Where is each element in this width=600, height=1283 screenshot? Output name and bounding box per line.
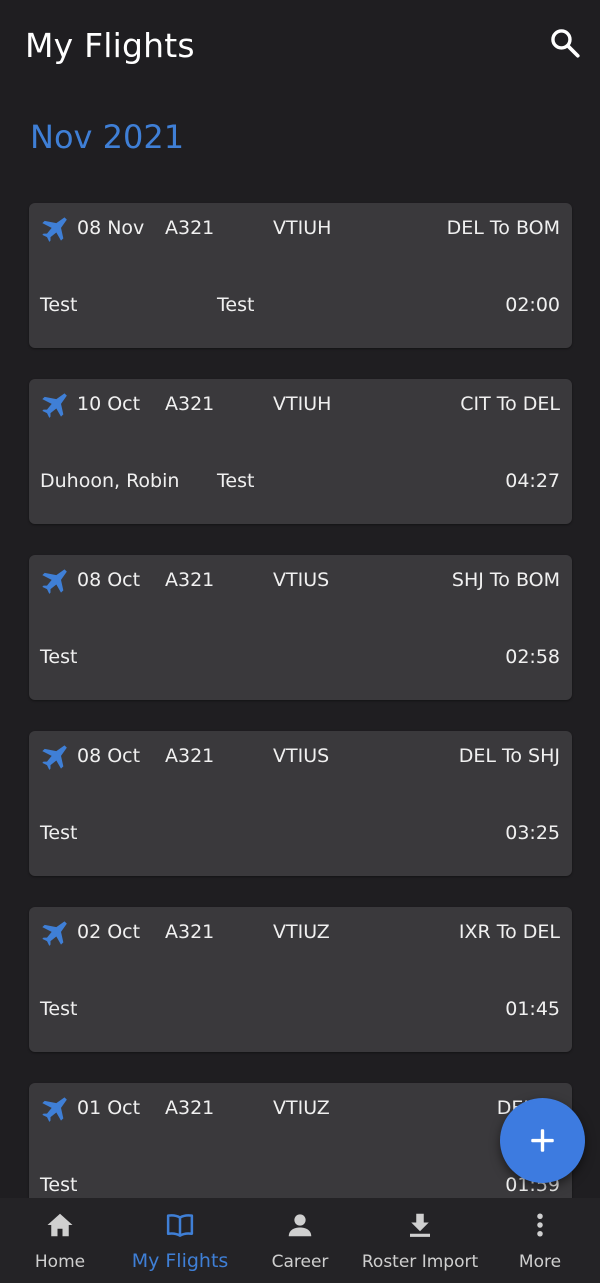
flight-date: 08 Nov <box>77 217 145 239</box>
aircraft-registration: VTIUS <box>273 745 330 767</box>
nav-label: Career <box>271 1252 329 1272</box>
flight-duration: 02:58 <box>505 646 560 668</box>
flight-card[interactable]: 10 Oct A321 VTIUH CIT To DEL Duhoon, Rob… <box>29 379 572 524</box>
aircraft-registration: VTIUS <box>273 569 330 591</box>
crew-name: Duhoon, Robin <box>40 470 180 492</box>
home-icon <box>47 1213 73 1237</box>
page-title: My Flights <box>25 26 195 65</box>
nav-item-career[interactable]: Career <box>240 1198 360 1283</box>
aircraft-type: A321 <box>165 569 215 591</box>
flight-remark: Test <box>217 294 255 316</box>
flight-route: SHJ To BOM <box>451 569 560 591</box>
airplane-icon <box>42 1097 67 1122</box>
flight-card[interactable]: 08 Oct A321 VTIUS SHJ To BOM Test 02:58 <box>29 555 572 700</box>
nav-label: My Flights <box>131 1250 229 1272</box>
flight-list: 08 Nov A321 VTIUH DEL To BOM Test Test 0… <box>29 203 572 1259</box>
search-icon[interactable] <box>548 26 582 60</box>
flight-route: DEL To SHJ <box>458 745 560 767</box>
aircraft-type: A321 <box>165 393 215 415</box>
aircraft-type: A321 <box>165 217 215 239</box>
nav-label: Roster Import <box>361 1252 479 1272</box>
crew-name: Test <box>40 646 78 668</box>
crew-name: Test <box>40 1174 78 1196</box>
app-header: My Flights <box>0 0 600 96</box>
crew-name: Test <box>40 998 78 1020</box>
nav-item-home[interactable]: Home <box>0 1198 120 1283</box>
flight-date: 08 Oct <box>77 745 141 767</box>
aircraft-type: A321 <box>165 1097 215 1119</box>
flight-route: IXR To DEL <box>458 921 560 943</box>
flight-date: 10 Oct <box>77 393 141 415</box>
flight-card[interactable]: 02 Oct A321 VTIUZ IXR To DEL Test 01:45 <box>29 907 572 1052</box>
airplane-icon <box>42 569 67 594</box>
flight-date: 02 Oct <box>77 921 141 943</box>
aircraft-registration: VTIUH <box>273 217 332 239</box>
flight-date: 01 Oct <box>77 1097 141 1119</box>
aircraft-registration: VTIUZ <box>273 1097 330 1119</box>
flight-card[interactable]: 08 Nov A321 VTIUH DEL To BOM Test Test 0… <box>29 203 572 348</box>
aircraft-registration: VTIUH <box>273 393 332 415</box>
crew-name: Test <box>40 822 78 844</box>
flight-duration: 02:00 <box>505 294 560 316</box>
flight-duration: 01:45 <box>505 998 560 1020</box>
aircraft-type: A321 <box>165 921 215 943</box>
flight-route: DEL To BOM <box>446 217 560 239</box>
crew-name: Test <box>40 294 78 316</box>
airplane-icon <box>42 745 67 770</box>
nav-label: More <box>518 1252 562 1272</box>
more-vertical-icon <box>537 1213 543 1237</box>
book-icon <box>166 1214 194 1237</box>
nav-item-roster-import[interactable]: Roster Import <box>360 1198 480 1283</box>
flight-duration: 03:25 <box>505 822 560 844</box>
flight-remark: Test <box>217 470 255 492</box>
flight-date: 08 Oct <box>77 569 141 591</box>
plus-icon <box>531 1129 554 1152</box>
app-root: My Flights Nov 2021 08 Nov A321 VTIUH DE… <box>0 0 600 1283</box>
aircraft-type: A321 <box>165 745 215 767</box>
bottom-navigation: Home My Flights Career Roster Import Mor… <box>0 1198 600 1283</box>
nav-item-more[interactable]: More <box>480 1198 600 1283</box>
nav-item-my-flights[interactable]: My Flights <box>120 1198 240 1283</box>
airplane-icon <box>42 921 67 946</box>
person-icon <box>288 1214 312 1237</box>
download-icon <box>410 1213 430 1237</box>
airplane-icon <box>42 393 67 418</box>
flight-duration: 04:27 <box>505 470 560 492</box>
flight-route: CIT To DEL <box>460 393 560 415</box>
airplane-icon <box>42 217 67 242</box>
flight-card[interactable]: 08 Oct A321 VTIUS DEL To SHJ Test 03:25 <box>29 731 572 876</box>
month-header: Nov 2021 <box>30 118 185 156</box>
add-flight-button[interactable] <box>500 1098 585 1183</box>
nav-label: Home <box>34 1252 86 1272</box>
aircraft-registration: VTIUZ <box>273 921 330 943</box>
